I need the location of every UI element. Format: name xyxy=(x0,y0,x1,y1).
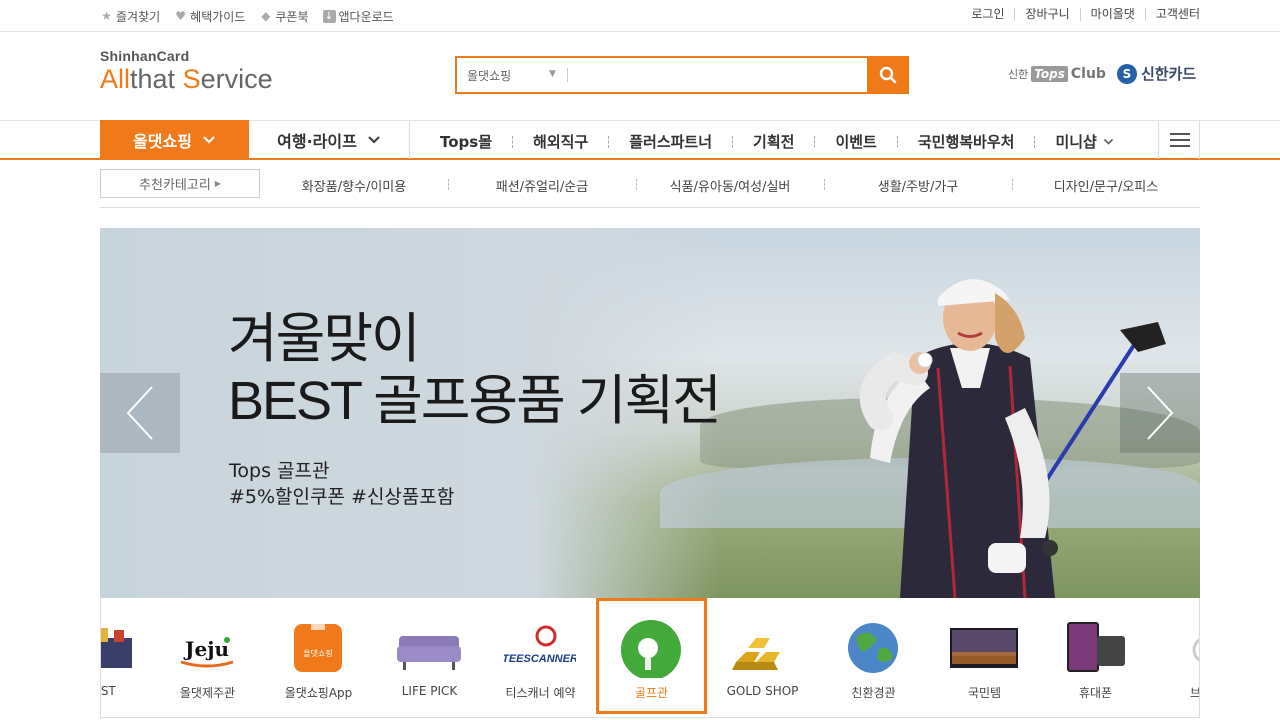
search-input[interactable] xyxy=(573,62,853,88)
utility-links-right: 로그인 장바구니 마이올댓 고객센터 xyxy=(961,8,1200,21)
chevron-down-icon[interactable]: ▼ xyxy=(549,69,556,79)
star-icon: ★ xyxy=(101,9,112,23)
search-category-select[interactable]: 올댓쇼핑 xyxy=(467,67,511,84)
search-button[interactable] xyxy=(867,56,909,94)
category-link[interactable]: 식품/유아동/여성/실버 xyxy=(636,176,824,195)
coupon-book-link[interactable]: ◆ 쿠폰북 xyxy=(259,8,308,25)
shortcut-golf[interactable]: 골프관 xyxy=(596,598,707,714)
shortcut-gold-shop[interactable]: GOLD SHOP xyxy=(707,598,818,714)
shortcut-phone[interactable]: 휴대폰 xyxy=(1040,598,1151,714)
heart-icon: ♥ xyxy=(175,9,187,23)
chevron-left-icon xyxy=(126,386,153,440)
gold-bars-icon xyxy=(732,638,780,670)
app-download-link[interactable]: ↓ 앱다운로드 xyxy=(322,8,394,25)
teescanner-logo-icon: TEESCANNER xyxy=(504,625,576,665)
nav-menu: Tops몰 해외직구 플러스파트너 기획전 이벤트 국민행복바우처 미니샵 xyxy=(440,131,1114,152)
shortcut-strip: BEST Jeju 올댓제주관 올댓쇼핑 올댓쇼핑App LIFE PICK T… xyxy=(100,598,1200,718)
recommended-category-button[interactable]: 추천카테고리 ▶ xyxy=(100,169,260,198)
globe-icon xyxy=(848,623,898,673)
diamond-ring-icon xyxy=(1192,638,1199,662)
svg-text:올댓쇼핑: 올댓쇼핑 xyxy=(303,648,332,658)
site-logo[interactable]: ShinhanCard Allthat Service xyxy=(100,48,273,93)
nav-allthat-shopping[interactable]: 올댓쇼핑 xyxy=(100,120,249,160)
shinhan-logo-icon: S xyxy=(1117,63,1137,84)
cart-link[interactable]: 장바구니 xyxy=(1014,8,1079,21)
favorites-link[interactable]: ★ 즐겨찾기 xyxy=(100,8,160,25)
category-link[interactable]: 생활/주방/가구 xyxy=(824,176,1012,195)
my-allthat-link[interactable]: 마이올댓 xyxy=(1079,8,1145,21)
banner-next-button[interactable] xyxy=(1120,373,1200,453)
chevron-down-icon xyxy=(368,136,380,144)
chevron-down-icon xyxy=(203,136,215,144)
main-nav: 올댓쇼핑 여행·라이프 Tops몰 해외직구 플러스파트너 기획전 이벤트 국민… xyxy=(0,120,1280,160)
svg-text:TEESCANNER: TEESCANNER xyxy=(504,653,576,665)
nav-travel-life[interactable]: 여행·라이프 xyxy=(249,121,410,159)
category-links: 화장품/향수/이미용 패션/쥬얼리/순금 식품/유아동/여성/실버 생활/주방/… xyxy=(260,176,1200,195)
benefit-guide-link[interactable]: ♥ 혜택가이드 xyxy=(174,8,245,25)
tops-club-link[interactable]: 신한 Tops Club xyxy=(1008,66,1106,82)
utility-links-left: ★ 즐겨찾기 ♥ 혜택가이드 ◆ 쿠폰북 ↓ 앱다운로드 xyxy=(100,8,394,25)
nav-item-overseas-direct[interactable]: 해외직구 xyxy=(533,131,588,152)
nav-item-plus-partner[interactable]: 플러스파트너 xyxy=(629,131,712,152)
chevron-right-icon: ▶ xyxy=(214,179,221,188)
category-link[interactable]: 디자인/문구/오피스 xyxy=(1012,176,1200,195)
shortcut-jeju[interactable]: Jeju 올댓제주관 xyxy=(152,598,263,714)
site-header: ShinhanCard Allthat Service 올댓쇼핑 ▼ 신한 To… xyxy=(0,32,1280,120)
chevron-down-icon xyxy=(1103,138,1113,145)
tops-badge: Tops xyxy=(1031,66,1068,82)
tv-icon xyxy=(950,628,1018,668)
shortcut-teescanner[interactable]: TEESCANNER 티스캐너 예약 xyxy=(485,598,596,714)
banner-prev-button[interactable] xyxy=(100,373,180,453)
shopping-basket-icon xyxy=(101,628,132,668)
shopping-bag-icon: 올댓쇼핑 xyxy=(294,624,342,672)
category-link[interactable]: 패션/쥬얼리/순금 xyxy=(448,176,636,195)
phone-icon xyxy=(1067,622,1125,672)
nav-item-exhibition[interactable]: 기획전 xyxy=(753,131,794,152)
hero-banner[interactable]: 겨울맞이 BEST 골프용품 기획전 Tops 골프관 #5%할인쿠폰 #신상품포… xyxy=(100,228,1200,598)
nav-item-voucher[interactable]: 국민행복바우처 xyxy=(918,131,1015,152)
shortcut-national-item[interactable]: 국민템 xyxy=(929,598,1040,714)
category-bar: 추천카테고리 ▶ 화장품/향수/이미용 패션/쥬얼리/순금 식품/유아동/여성/… xyxy=(100,168,1200,208)
nav-item-tops-mall[interactable]: Tops몰 xyxy=(440,131,492,152)
jeju-logo-icon: Jeju xyxy=(180,637,234,668)
shortcut-brand[interactable]: 브랜드 xyxy=(1151,598,1199,714)
category-link[interactable]: 화장품/향수/이미용 xyxy=(260,176,448,195)
login-link[interactable]: 로그인 xyxy=(961,8,1014,21)
chevron-right-icon xyxy=(1147,386,1174,440)
svg-text:Jeju: Jeju xyxy=(183,637,229,661)
tag-icon: ◆ xyxy=(261,9,271,23)
top-utility-bar: ★ 즐겨찾기 ♥ 혜택가이드 ◆ 쿠폰북 ↓ 앱다운로드 로그인 장바구니 마이… xyxy=(0,0,1280,32)
search-icon xyxy=(879,66,897,84)
search-box: 올댓쇼핑 ▼ xyxy=(455,56,909,94)
shortcut-allthat-app[interactable]: 올댓쇼핑 올댓쇼핑App xyxy=(263,598,374,714)
customer-center-link[interactable]: 고객센터 xyxy=(1144,8,1200,21)
download-icon: ↓ xyxy=(322,10,336,23)
shortcut-life-pick[interactable]: LIFE PICK xyxy=(374,598,485,714)
banner-title: 겨울맞이 BEST 골프용품 기획전 xyxy=(228,309,722,431)
sofa-icon xyxy=(397,636,461,670)
nav-item-event[interactable]: 이벤트 xyxy=(835,131,876,152)
banner-subtitle: Tops 골프관 #5%할인쿠폰 #신상품포함 xyxy=(229,460,455,508)
golf-ball-icon xyxy=(621,620,681,678)
shortcut-eco[interactable]: 친환경관 xyxy=(818,598,929,714)
menu-hamburger-icon[interactable] xyxy=(1158,121,1200,159)
shinhan-card-link[interactable]: S 신한카드 xyxy=(1117,63,1196,84)
nav-item-minishop[interactable]: 미니샵 xyxy=(1055,131,1113,152)
